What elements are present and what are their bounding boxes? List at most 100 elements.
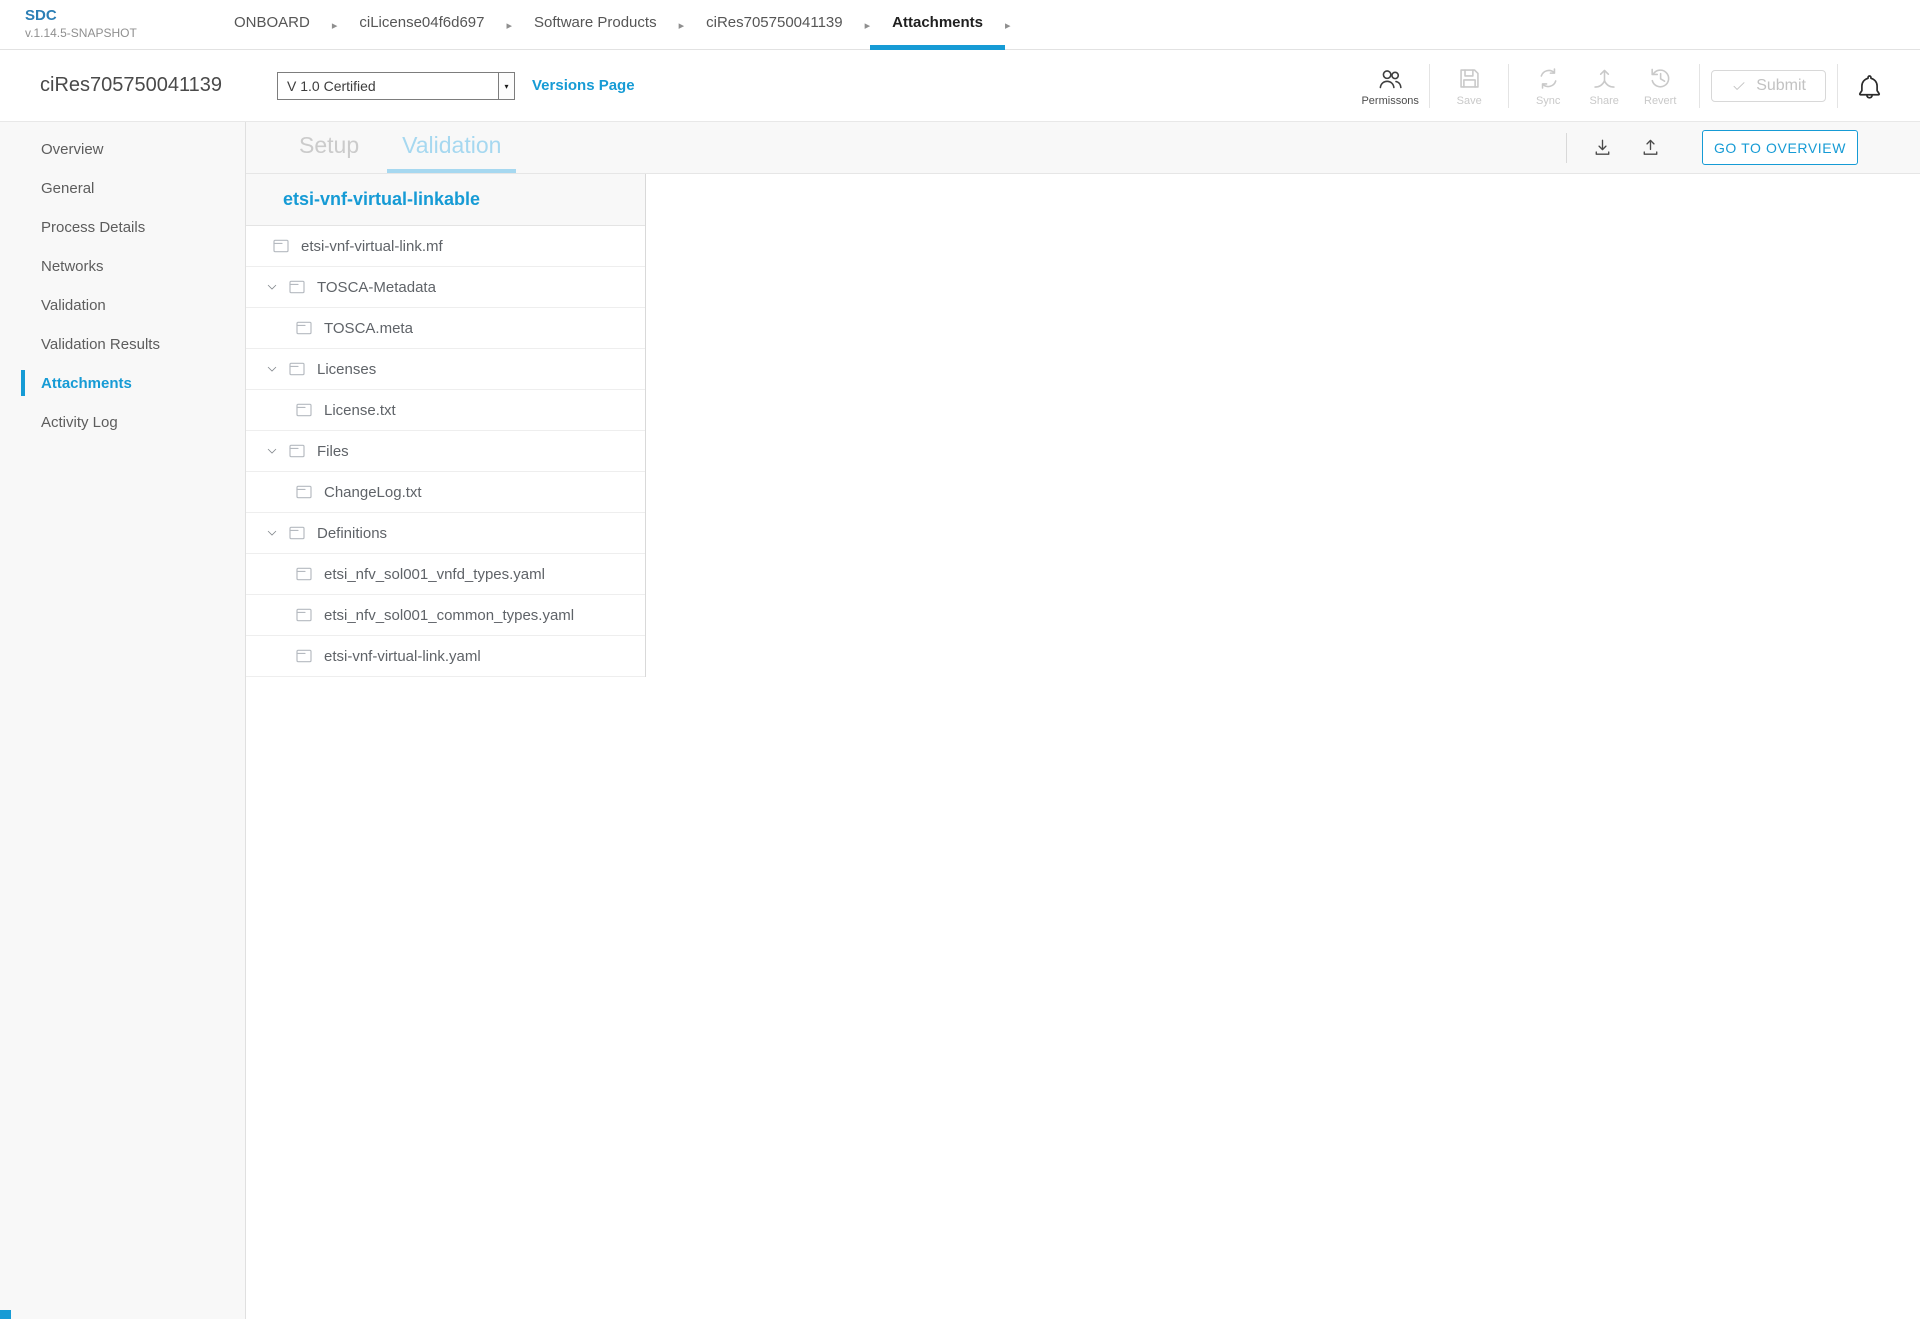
share-button[interactable]: Share xyxy=(1576,65,1632,107)
tree-row-changelog-txt[interactable]: ChangeLog.txt xyxy=(246,472,645,513)
sidebar-corner-accent xyxy=(0,1310,11,1319)
tree-row-licenses[interactable]: Licenses xyxy=(246,349,645,390)
version-select-value: V 1.0 Certified xyxy=(278,73,498,99)
upload-icon[interactable] xyxy=(1639,136,1662,159)
save-button[interactable]: Save xyxy=(1441,65,1497,107)
sidebar-item-networks[interactable]: Networks xyxy=(0,247,245,286)
folder-icon xyxy=(287,359,307,379)
tab-strip-actions: GO TO OVERVIEW xyxy=(1566,122,1858,173)
left-sidebar: Overview General Process Details Networks Va… xyxy=(0,122,246,1319)
action-items: Permissons Save Sync Share Revert xyxy=(1362,64,1711,108)
sidebar-item-label: Validation xyxy=(41,297,106,314)
sidebar-item-label: Validation Results xyxy=(41,336,160,353)
breadcrumb-item-cires705750041139[interactable]: ciRes705750041139 xyxy=(684,0,865,50)
sidebar-item-label: Networks xyxy=(41,258,104,275)
sidebar-item-general[interactable]: General xyxy=(0,169,245,208)
sidebar-item-label: Process Details xyxy=(41,219,145,236)
tree-row-etsi-nfv-sol001-vnfd-types-yaml[interactable]: etsi_nfv_sol001_vnfd_types.yaml xyxy=(246,554,645,595)
permissions-button[interactable]: Permissons xyxy=(1362,65,1418,107)
file-icon xyxy=(294,564,314,584)
action-label: Share xyxy=(1590,95,1619,107)
sidebar-item-validation[interactable]: Validation xyxy=(0,286,245,325)
package-name: etsi-vnf-virtual-linkable xyxy=(246,174,645,226)
folder-icon xyxy=(287,523,307,543)
breadcrumb-item-attachments[interactable]: Attachments xyxy=(870,0,1005,50)
tree-item-label: etsi_nfv_sol001_vnfd_types.yaml xyxy=(324,566,545,583)
sidebar-menu: Overview General Process Details Networks Va… xyxy=(0,122,245,442)
tree-item-label: Licenses xyxy=(317,361,376,378)
tree-row-etsi-nfv-sol001-common-types-yaml[interactable]: etsi_nfv_sol001_common_types.yaml xyxy=(246,595,645,636)
chevron-down-icon[interactable] xyxy=(265,444,279,458)
breadcrumb-label: Attachments xyxy=(892,14,983,31)
file-tree: etsi-vnf-virtual-link.mf TOSCA-Metadata TO… xyxy=(246,226,645,677)
sidebar-item-attachments[interactable]: Attachments xyxy=(0,364,245,403)
file-icon xyxy=(294,400,314,420)
app-name: SDC xyxy=(25,7,137,26)
divider xyxy=(1699,64,1700,108)
tree-item-label: License.txt xyxy=(324,402,396,419)
divider xyxy=(1837,64,1838,108)
share-icon xyxy=(1591,65,1618,92)
breadcrumb-item-software-products[interactable]: Software Products xyxy=(512,0,679,50)
tree-item-label: TOSCA-Metadata xyxy=(317,279,436,296)
submit-button[interactable]: Submit xyxy=(1711,70,1826,102)
divider xyxy=(1566,133,1567,163)
notifications-bell-icon[interactable] xyxy=(1855,72,1884,101)
dropdown-arrow-icon: ▾ xyxy=(498,73,514,99)
action-label: Revert xyxy=(1644,95,1676,107)
action-label: Sync xyxy=(1536,95,1560,107)
sync-icon xyxy=(1535,65,1562,92)
save-icon xyxy=(1456,65,1483,92)
sdc-logo[interactable]: SDC v.1.14.5-SNAPSHOT xyxy=(25,7,137,40)
sidebar-item-validation-results[interactable]: Validation Results xyxy=(0,325,245,364)
tree-item-label: etsi_nfv_sol001_common_types.yaml xyxy=(324,607,574,624)
action-label: Save xyxy=(1457,95,1482,107)
tree-row-tosca-metadata[interactable]: TOSCA-Metadata xyxy=(246,267,645,308)
file-icon xyxy=(294,482,314,502)
folder-icon xyxy=(287,277,307,297)
divider xyxy=(1508,64,1509,108)
tree-row-tosca-meta[interactable]: TOSCA.meta xyxy=(246,308,645,349)
tree-row-license-txt[interactable]: License.txt xyxy=(246,390,645,431)
sidebar-item-label: Overview xyxy=(41,141,104,158)
download-icon[interactable] xyxy=(1591,136,1614,159)
tree-row-etsi-vnf-virtual-link-yaml[interactable]: etsi-vnf-virtual-link.yaml xyxy=(246,636,645,677)
tree-item-label: etsi-vnf-virtual-link.mf xyxy=(301,238,443,255)
breadcrumb-label: ciRes705750041139 xyxy=(706,14,843,31)
file-icon xyxy=(271,236,291,256)
chevron-down-icon[interactable] xyxy=(265,362,279,376)
chevron-down-icon[interactable] xyxy=(265,280,279,294)
page-title: ciRes705750041139 xyxy=(40,74,222,97)
go-to-overview-button[interactable]: GO TO OVERVIEW xyxy=(1702,130,1858,165)
sidebar-item-overview[interactable]: Overview xyxy=(0,130,245,169)
chevron-down-icon[interactable] xyxy=(265,526,279,540)
app-build-version: v.1.14.5-SNAPSHOT xyxy=(25,26,137,40)
breadcrumb-arrow-icon: ▸ xyxy=(1005,0,1011,50)
sync-button[interactable]: Sync xyxy=(1520,65,1576,107)
divider xyxy=(1429,64,1430,108)
tree-row-files[interactable]: Files xyxy=(246,431,645,472)
file-icon xyxy=(294,605,314,625)
tab-setup[interactable]: Setup xyxy=(284,122,374,173)
people-icon xyxy=(1377,65,1404,92)
breadcrumb-item-cilicense04f6d697[interactable]: ciLicense04f6d697 xyxy=(337,0,506,50)
page-header: ciRes705750041139 V 1.0 Certified ▾ Vers… xyxy=(0,50,1920,122)
sidebar-item-activity-log[interactable]: Activity Log xyxy=(0,403,245,442)
breadcrumb: ONBOARD▸ciLicense04f6d697▸Software Produ… xyxy=(212,0,1011,50)
tree-row-etsi-vnf-virtual-link-mf[interactable]: etsi-vnf-virtual-link.mf xyxy=(246,226,645,267)
breadcrumb-item-onboard[interactable]: ONBOARD xyxy=(212,0,332,50)
version-select[interactable]: V 1.0 Certified ▾ xyxy=(277,72,515,100)
tree-item-label: Files xyxy=(317,443,349,460)
submit-label: Submit xyxy=(1756,77,1806,95)
check-icon xyxy=(1731,78,1747,94)
versions-page-link[interactable]: Versions Page xyxy=(532,77,635,94)
tree-row-definitions[interactable]: Definitions xyxy=(246,513,645,554)
folder-icon xyxy=(287,441,307,461)
tab-validation[interactable]: Validation xyxy=(387,122,516,173)
tree-item-label: ChangeLog.txt xyxy=(324,484,422,501)
revert-button[interactable]: Revert xyxy=(1632,65,1688,107)
breadcrumb-label: ciLicense04f6d697 xyxy=(359,14,484,31)
sidebar-item-process-details[interactable]: Process Details xyxy=(0,208,245,247)
sidebar-item-label: General xyxy=(41,180,94,197)
file-icon xyxy=(294,318,314,338)
